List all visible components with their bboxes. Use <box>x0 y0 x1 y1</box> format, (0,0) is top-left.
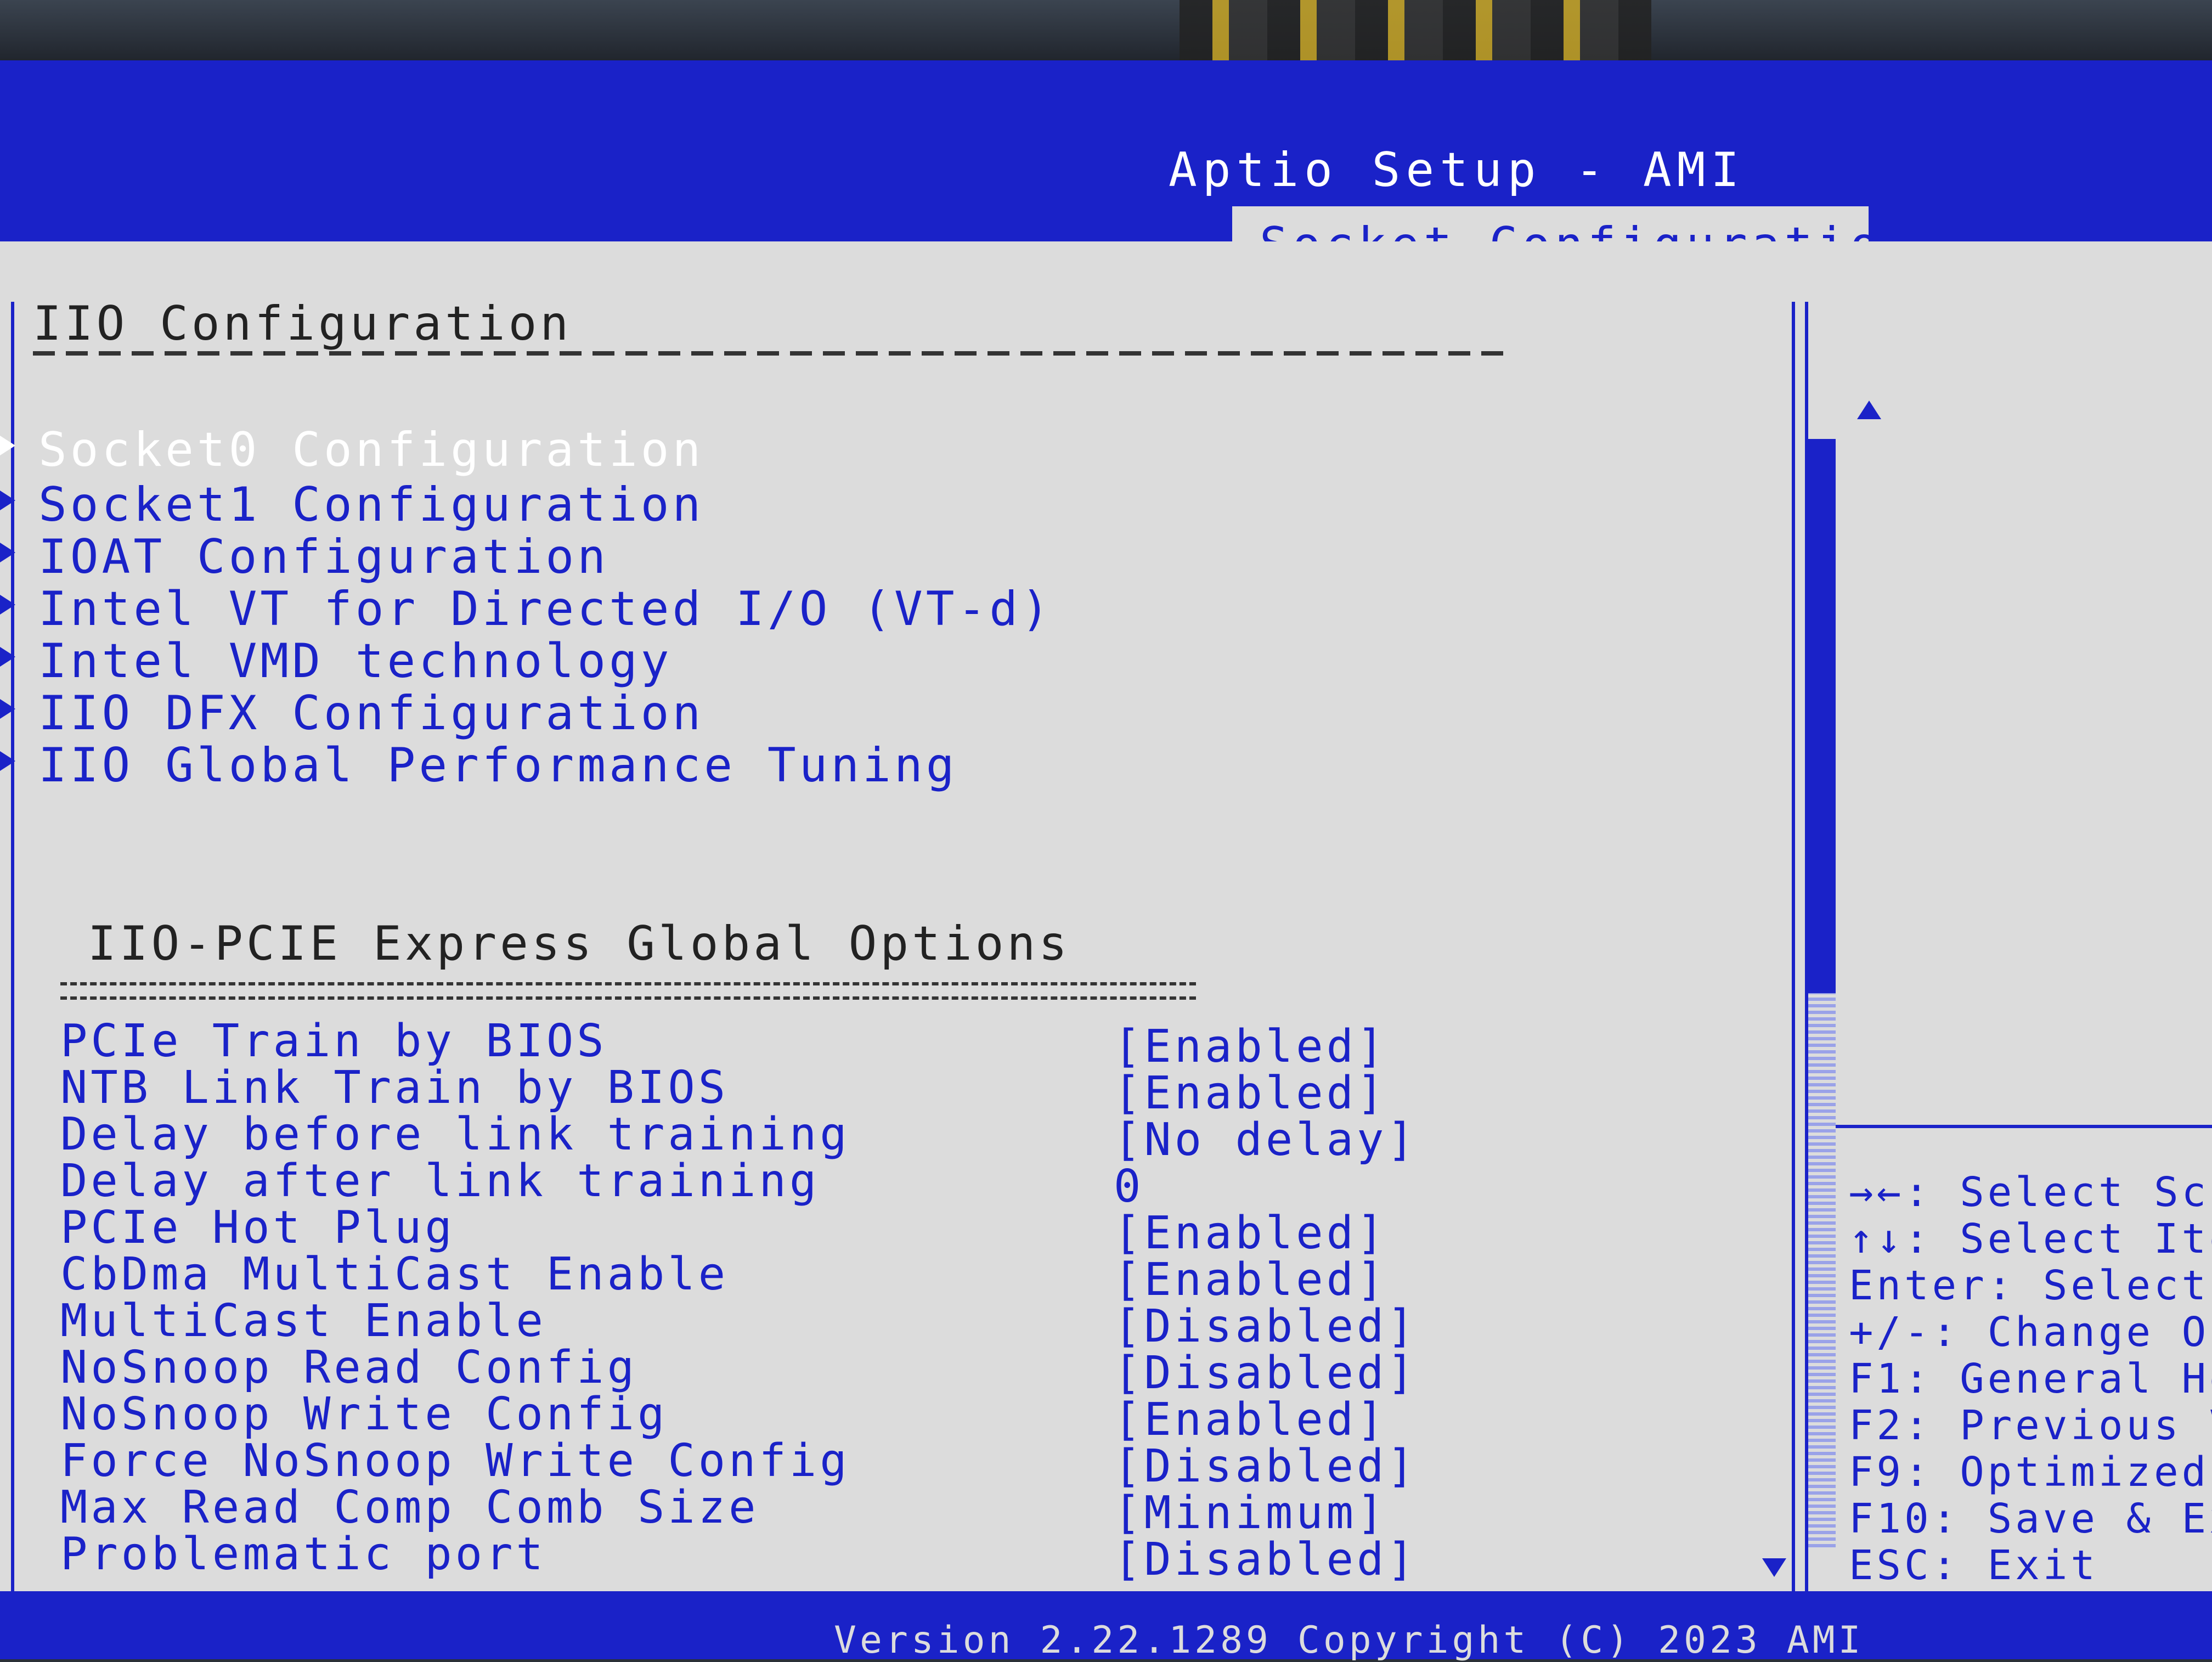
option-value-nosnoop-read[interactable]: [Disabled] <box>1114 1347 1418 1399</box>
option-value-nosnoop-write[interactable]: [Enabled] <box>1114 1394 1387 1446</box>
menu-item-label: Socket1 Configuration <box>38 477 704 532</box>
help-separator <box>1805 1125 2212 1128</box>
scroll-up-arrow-icon[interactable] <box>1857 401 1881 419</box>
app-title: Aptio Setup - AMI <box>1169 143 1745 198</box>
option-label-delay-before[interactable]: Delay before link training <box>60 1108 850 1160</box>
help-line-change-opt: +/-: Change Op <box>1849 1309 2212 1356</box>
submenu-arrow-icon <box>0 647 15 667</box>
bios-screen: Aptio Setup - AMI Socket Configuration I… <box>0 60 2212 1659</box>
help-line-f10: F10: Save & Exi <box>1849 1495 2212 1542</box>
section-title: IIO-PCIE Express Global Options <box>88 916 1071 971</box>
option-label-cbdma-multicast[interactable]: CbDma MultiCast Enable <box>60 1248 729 1300</box>
option-label-pcie-hot-plug[interactable]: PCIe Hot Plug <box>60 1202 455 1254</box>
main-area: IIO Configuration Socket0 Configuration … <box>0 241 2212 1659</box>
section-divider <box>60 982 1196 1000</box>
option-value-cbdma-multicast[interactable]: [Enabled] <box>1114 1254 1387 1306</box>
help-line-f1: F1: General He <box>1849 1355 2212 1402</box>
menu-item-label: Intel VT for Directed I/O (VT-d) <box>38 582 1053 636</box>
menu-item-socket1[interactable]: Socket1 Configuration <box>0 477 704 532</box>
option-value-problematic-port[interactable]: [Disabled] <box>1114 1534 1418 1586</box>
title-divider <box>33 351 1503 356</box>
menu-item-ioat[interactable]: IOAT Configuration <box>0 529 609 584</box>
option-value-pcie-hot-plug[interactable]: [Enabled] <box>1114 1207 1387 1259</box>
option-label-problematic-port[interactable]: Problematic port <box>60 1528 546 1580</box>
submenu-arrow-icon <box>0 543 15 562</box>
scrollbar-thumb[interactable] <box>1808 439 1836 993</box>
submenu-arrow-icon <box>0 491 15 510</box>
submenu-arrow-icon <box>0 436 15 455</box>
option-value-delay-before[interactable]: [No delay] <box>1114 1114 1418 1166</box>
option-label-force-nosnoop-write[interactable]: Force NoSnoop Write Config <box>60 1435 850 1487</box>
help-line-select-item: ↑↓: Select Ite <box>1849 1215 2212 1263</box>
option-label-multicast-enable[interactable]: MultiCast Enable <box>60 1295 546 1347</box>
page-title: IIO Configuration <box>33 296 572 351</box>
help-line-f2: F2: Previous Va <box>1849 1402 2212 1449</box>
version-copyright: Version 2.22.1289 Copyright (C) 2023 AMI <box>834 1619 1864 1662</box>
menu-item-label: Intel VMD technology <box>38 634 673 689</box>
option-label-max-read-comp[interactable]: Max Read Comp Comb Size <box>60 1481 759 1534</box>
option-label-ntb-link-train[interactable]: NTB Link Train by BIOS <box>60 1062 729 1114</box>
option-value-delay-after[interactable]: 0 <box>1114 1160 1144 1213</box>
menu-item-iio-perf-tuning[interactable]: IIO Global Performance Tuning <box>0 738 958 793</box>
menu-item-vtd[interactable]: Intel VT for Directed I/O (VT-d) <box>0 582 1053 636</box>
option-label-nosnoop-write[interactable]: NoSnoop Write Config <box>60 1388 668 1440</box>
menu-item-vmd[interactable]: Intel VMD technology <box>0 634 673 689</box>
scroll-down-arrow-icon[interactable] <box>1762 1558 1786 1577</box>
help-line-esc: ESC: Exit <box>1849 1542 2098 1589</box>
help-line-select-screen: →←: Select Scr <box>1849 1169 2212 1216</box>
option-value-force-nosnoop-write[interactable]: [Disabled] <box>1114 1440 1418 1492</box>
menu-item-socket0[interactable]: Socket0 Configuration <box>0 422 704 477</box>
option-value-pcie-train[interactable]: [Enabled] <box>1114 1021 1387 1073</box>
menu-item-label: IIO DFX Configuration <box>38 686 704 741</box>
submenu-arrow-icon <box>0 751 15 771</box>
menu-item-label: IIO Global Performance Tuning <box>38 738 958 793</box>
menu-item-iio-dfx[interactable]: IIO DFX Configuration <box>0 686 704 741</box>
scrollbar-track[interactable] <box>1808 993 1836 1547</box>
option-value-max-read-comp[interactable]: [Minimum] <box>1114 1487 1387 1539</box>
option-label-pcie-train[interactable]: PCIe Train by BIOS <box>60 1015 607 1067</box>
help-line-f9: F9: Optimized D <box>1849 1449 2212 1496</box>
option-label-nosnoop-read[interactable]: NoSnoop Read Config <box>60 1342 637 1394</box>
option-value-multicast-enable[interactable]: [Disabled] <box>1114 1300 1418 1353</box>
option-label-delay-after[interactable]: Delay after link training <box>60 1155 820 1207</box>
submenu-arrow-icon <box>0 699 15 719</box>
menu-item-label: Socket0 Configuration <box>38 422 704 477</box>
menu-item-label: IOAT Configuration <box>38 529 609 584</box>
option-value-ntb-link-train[interactable]: [Enabled] <box>1114 1067 1387 1119</box>
help-line-enter-select: Enter: Select <box>1849 1262 2210 1309</box>
submenu-arrow-icon <box>0 595 15 615</box>
